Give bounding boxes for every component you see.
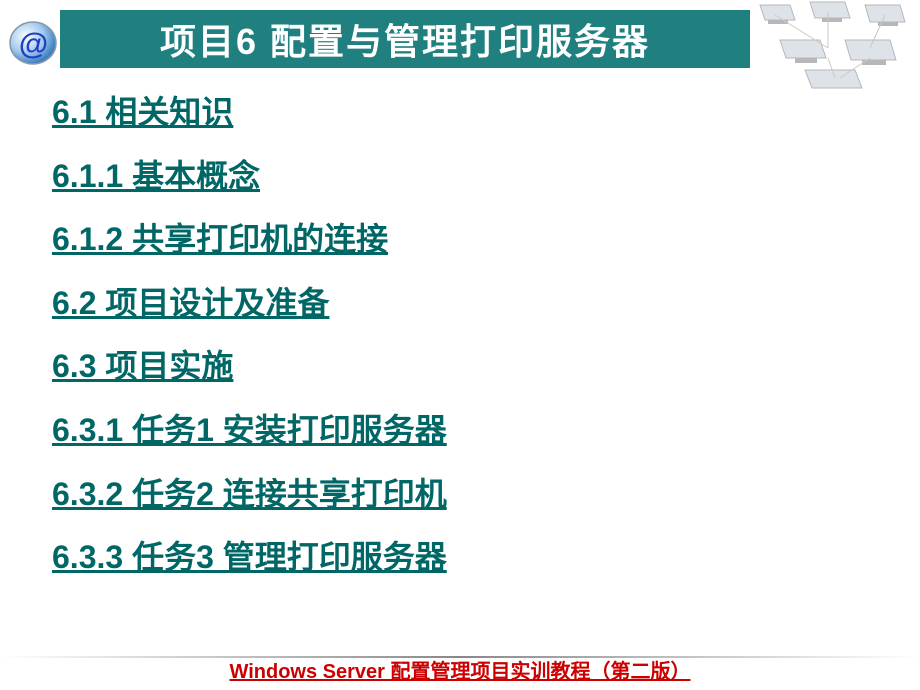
toc-link-6-1-2[interactable]: 6.1.2 共享打印机的连接 xyxy=(52,211,880,269)
toc-link-6-3-1[interactable]: 6.3.1 任务1 安装打印服务器 xyxy=(52,402,880,460)
footer-text: Windows Server 配置管理项目实训教程（第二版） xyxy=(0,655,920,684)
toc-link-6-1[interactable]: 6.1 相关知识 xyxy=(52,84,880,142)
toc-link-6-1-1[interactable]: 6.1.1 基本概念 xyxy=(52,148,880,206)
slide-title: 项目6 配置与管理打印服务器 xyxy=(160,13,650,65)
slide-title-bar: 项目6 配置与管理打印服务器 xyxy=(60,10,750,68)
toc-link-6-2[interactable]: 6.2 项目设计及准备 xyxy=(52,275,880,333)
svg-text:@: @ xyxy=(18,28,47,61)
table-of-contents: 6.1 相关知识 6.1.1 基本概念 6.1.2 共享打印机的连接 6.2 项… xyxy=(52,84,880,593)
at-logo-icon: @ xyxy=(8,18,58,68)
toc-link-6-3-2[interactable]: 6.3.2 任务2 连接共享打印机 xyxy=(52,466,880,524)
toc-link-6-3-3[interactable]: 6.3.3 任务3 管理打印服务器 xyxy=(52,529,880,587)
toc-link-6-3[interactable]: 6.3 项目实施 xyxy=(52,338,880,396)
corner-decoration xyxy=(750,0,920,90)
